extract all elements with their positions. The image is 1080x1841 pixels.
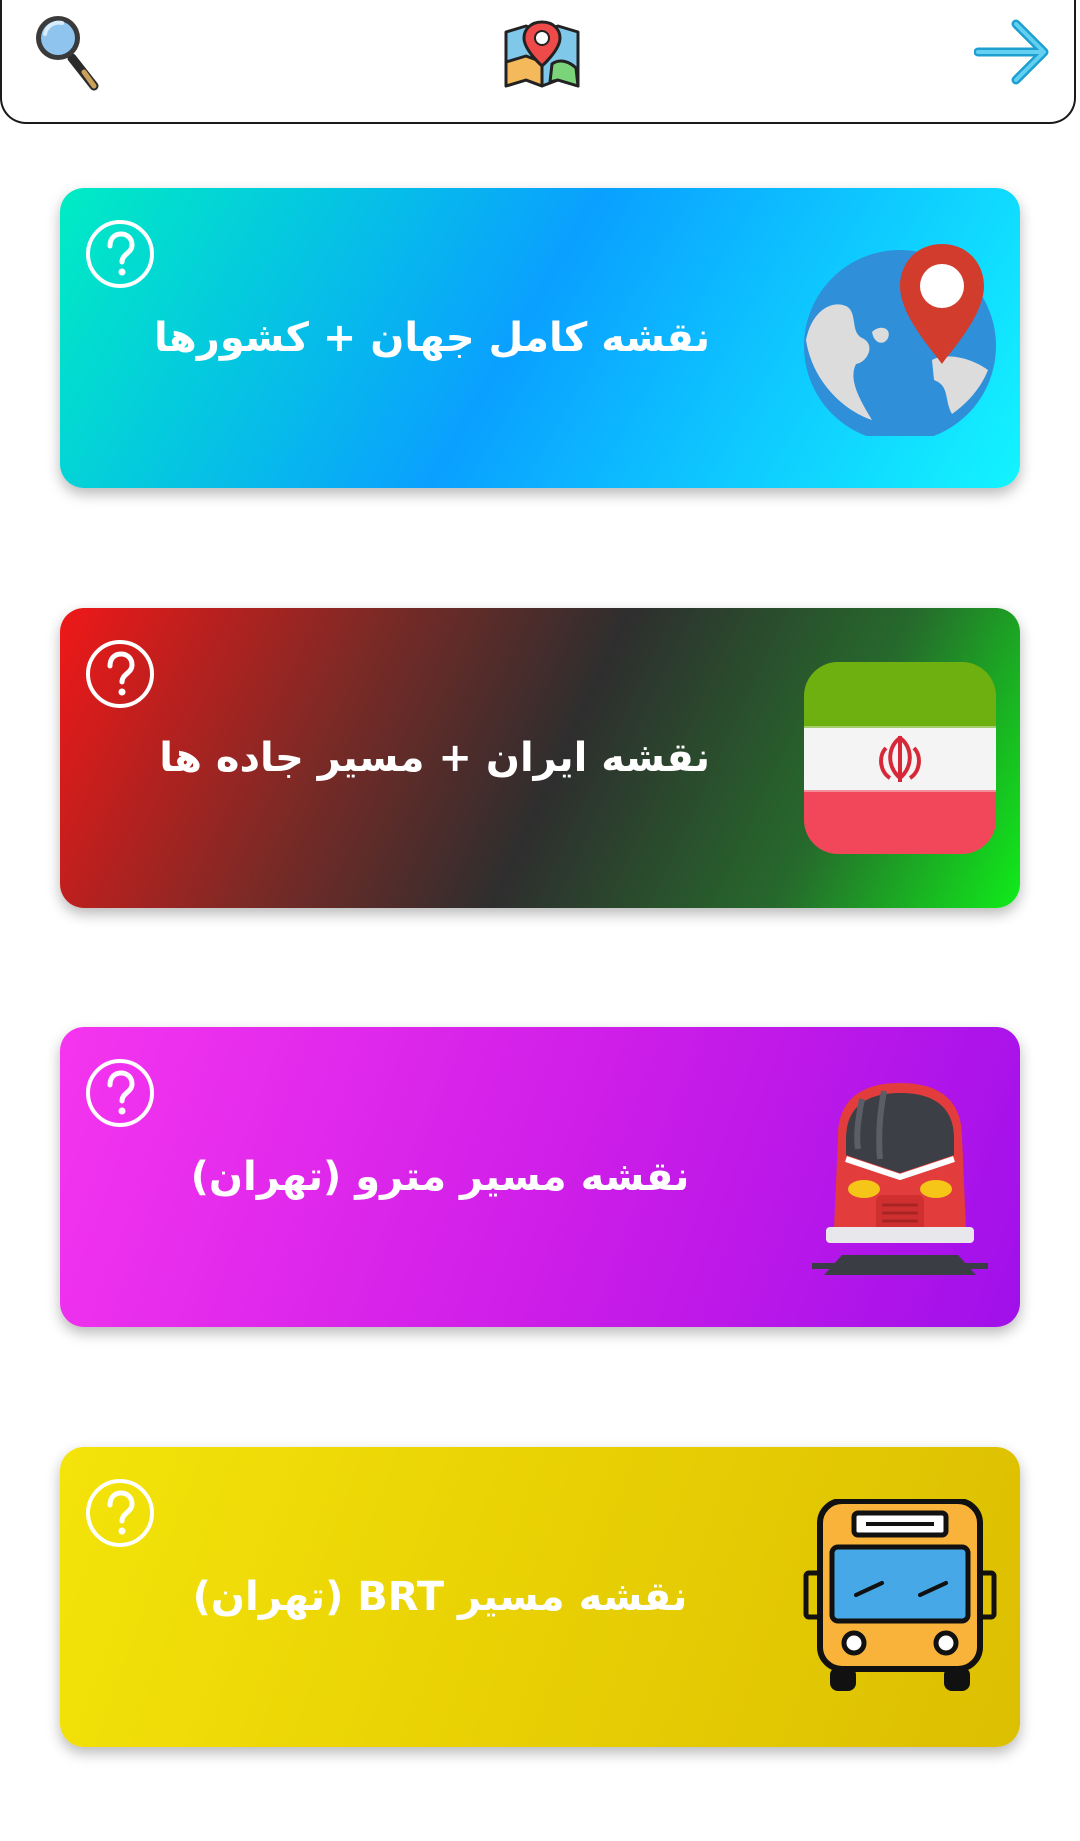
metro-train-icon <box>812 1083 988 1275</box>
card-title: نقشه مسیر BRT (تهران) <box>192 1574 688 1620</box>
iran-flag-illustration <box>802 660 998 856</box>
help-button[interactable] <box>84 1057 156 1129</box>
help-circle-icon <box>86 1059 154 1127</box>
help-circle-icon <box>86 640 154 708</box>
arrow-right-icon <box>973 19 1049 85</box>
card-title: نقشه مسیر مترو (تهران) <box>190 1154 690 1200</box>
help-button[interactable] <box>84 218 156 290</box>
forward-button[interactable] <box>973 16 1050 88</box>
map-pin-logo-icon <box>504 20 580 88</box>
iran-map-card[interactable]: نقشه ایران + مسیر جاده ها <box>60 608 1020 908</box>
globe-pin-icon <box>804 244 996 442</box>
magnifier-icon <box>36 16 99 91</box>
help-button[interactable] <box>84 1477 156 1549</box>
metro-map-card[interactable]: نقشه مسیر مترو (تهران) <box>60 1027 1020 1327</box>
globe-pin-illustration <box>802 240 998 442</box>
top-bar <box>0 0 1076 124</box>
search-button[interactable] <box>32 12 108 96</box>
help-circle-icon <box>86 220 154 288</box>
brt-map-card[interactable]: نقشه مسیر BRT (تهران) <box>60 1447 1020 1747</box>
iran-flag-icon <box>804 662 996 854</box>
metro-train-illustration <box>802 1079 998 1275</box>
app-logo <box>500 18 584 94</box>
bus-icon <box>803 1498 997 1691</box>
help-circle-icon <box>86 1479 154 1547</box>
bus-illustration <box>802 1498 998 1695</box>
card-title: نقشه ایران + مسیر جاده ها <box>159 735 710 781</box>
world-map-card[interactable]: نقشه کامل جهان + کشورها <box>60 188 1020 488</box>
card-title: نقشه کامل جهان + کشورها <box>154 315 710 361</box>
help-button[interactable] <box>84 638 156 710</box>
